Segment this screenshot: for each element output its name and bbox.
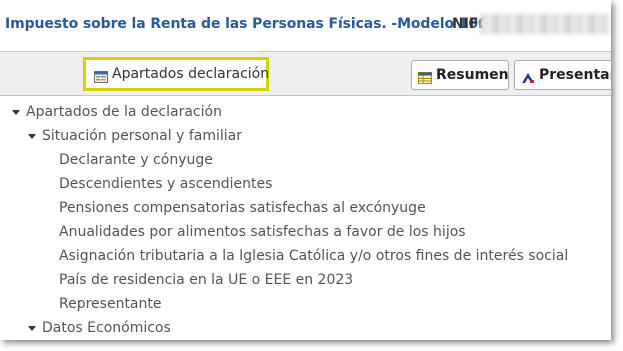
presentar-button[interactable]: Presentar: [514, 60, 611, 90]
caret-down-icon[interactable]: [28, 325, 36, 331]
tree-item-label: País de residencia en la UE o EEE en 202…: [59, 272, 354, 288]
tree-item-descendientes-ascendientes[interactable]: Descendientes y ascendientes: [59, 173, 272, 195]
tree-node-label: Datos Económicos: [42, 320, 171, 336]
tree-node-label: Situación personal y familiar: [42, 128, 242, 144]
sections-tree: Apartados de la declaración Situación pe…: [0, 96, 611, 340]
tree-item-label: Anualidades por alimentos satisfechas a …: [59, 224, 466, 240]
nif-label: NIF:: [452, 16, 484, 32]
form-icon: [94, 68, 108, 83]
page-title: Impuesto sobre la Renta de las Personas …: [5, 16, 488, 32]
resumen-button[interactable]: Resumen: [411, 60, 509, 90]
table-icon: [418, 69, 432, 84]
tree-item-pais-residencia[interactable]: País de residencia en la UE o EEE en 202…: [59, 269, 353, 291]
nif-value-redacted: [480, 14, 611, 34]
tree-node-datos-economicos[interactable]: Datos Económicos: [28, 317, 171, 339]
resumen-label: Resumen: [436, 67, 509, 83]
caret-down-icon[interactable]: [12, 109, 20, 115]
tree-item-anualidades-alimentos[interactable]: Anualidades por alimentos satisfechas a …: [59, 221, 466, 243]
tree-item-label: Pensiones compensatorias satisfechas al …: [59, 200, 426, 216]
tree-item-asignacion-tributaria[interactable]: Asignación tributaria a la Iglesia Catól…: [59, 245, 568, 267]
tree-node-label: Apartados de la declaración: [26, 104, 222, 120]
apartados-declaracion-label: Apartados declaración: [112, 66, 270, 82]
tree-item-pensiones-compensatorias[interactable]: Pensiones compensatorias satisfechas al …: [59, 197, 426, 219]
tree-node-apartados-root[interactable]: Apartados de la declaración: [12, 101, 222, 123]
tree-item-representante[interactable]: Representante: [59, 293, 161, 315]
caret-down-icon[interactable]: [28, 133, 36, 139]
tree-item-declarante-conyuge[interactable]: Declarante y cónyuge: [59, 149, 213, 171]
header-bar: Impuesto sobre la Renta de las Personas …: [0, 0, 611, 51]
tree-item-label: Declarante y cónyuge: [59, 152, 213, 168]
presentar-label: Presentar: [539, 67, 611, 83]
tree-item-label: Descendientes y ascendientes: [59, 176, 273, 192]
agency-logo-icon: [521, 69, 535, 83]
apartados-declaracion-button[interactable]: Apartados declaración: [83, 57, 269, 91]
tree-item-label: Representante: [59, 296, 162, 312]
toolbar: Apartados declaración Resumen Presentar: [0, 51, 611, 96]
tree-node-situacion-personal[interactable]: Situación personal y familiar: [28, 125, 242, 147]
tree-item-label: Asignación tributaria a la Iglesia Catól…: [59, 248, 569, 264]
app-window: Impuesto sobre la Renta de las Personas …: [0, 0, 611, 340]
